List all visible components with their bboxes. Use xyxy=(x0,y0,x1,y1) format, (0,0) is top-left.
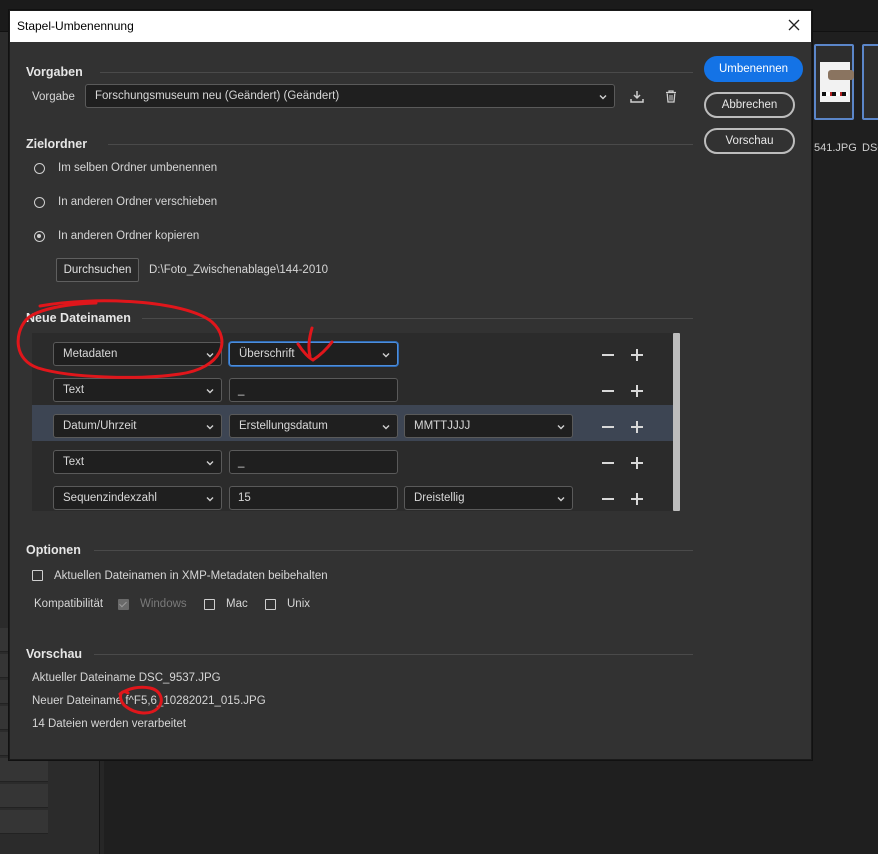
naming-section-title: Neue Dateinamen xyxy=(26,311,131,325)
preset-value: Forschungsmuseum neu (Geändert) (Geänder… xyxy=(95,90,340,102)
preview-button[interactable]: Vorschau xyxy=(704,128,795,154)
chevron-down-icon xyxy=(382,425,390,430)
new-filename: Neuer Dateiname f^F5,6_10282021_015.JPG xyxy=(32,695,266,707)
rule-format-select[interactable]: Dreistellig xyxy=(404,486,573,510)
windows-checkbox xyxy=(118,599,129,610)
sequence-start-input[interactable]: 15 xyxy=(229,486,398,510)
mac-checkbox[interactable] xyxy=(204,599,215,610)
chevron-down-icon xyxy=(206,497,214,502)
save-preset-icon[interactable] xyxy=(630,90,644,104)
chevron-down-icon xyxy=(206,425,214,430)
chevron-down-icon xyxy=(382,353,390,358)
section-divider xyxy=(142,318,693,319)
current-filename: Aktueller Dateiname DSC_9537.JPG xyxy=(32,672,221,684)
rule-type-value: Text xyxy=(63,384,85,396)
target-section-title: Zielordner xyxy=(26,137,88,151)
radio-copy-folder-label: In anderen Ordner kopieren xyxy=(58,230,200,242)
add-rule-icon[interactable] xyxy=(630,492,644,506)
rule-type-value: Datum/Uhrzeit xyxy=(63,420,137,432)
rule-format-value: Dreistellig xyxy=(414,492,465,504)
dialog-title: Stapel-Umbenennung xyxy=(17,19,134,33)
radio-move-folder[interactable] xyxy=(34,197,45,208)
target-path: D:\Foto_Zwischenablage\144-2010 xyxy=(149,264,329,276)
options-section-title: Optionen xyxy=(26,543,81,557)
thumbnail[interactable] xyxy=(862,44,878,120)
chevron-down-icon xyxy=(599,95,607,100)
rule-text-input[interactable]: _ xyxy=(229,378,398,402)
chevron-down-icon xyxy=(557,425,565,430)
keep-xmp-label: Aktuellen Dateinamen in XMP-Metadaten be… xyxy=(54,570,328,582)
unix-label: Unix xyxy=(287,598,311,610)
close-icon[interactable] xyxy=(785,16,803,34)
unix-checkbox[interactable] xyxy=(265,599,276,610)
thumbnail-name: 541.JPG xyxy=(814,142,857,154)
preset-label: Vorgabe xyxy=(32,91,75,103)
add-rule-icon[interactable] xyxy=(630,420,644,434)
rule-type-value: Sequenzindexzahl xyxy=(63,492,157,504)
scrollbar[interactable] xyxy=(673,333,680,511)
browse-button[interactable]: Durchsuchen xyxy=(56,258,139,282)
section-divider xyxy=(108,144,693,145)
chevron-down-icon xyxy=(206,353,214,358)
rule-type-select[interactable]: Metadaten xyxy=(53,342,222,366)
thumbnail-name: DSC xyxy=(862,142,878,154)
delete-preset-icon[interactable] xyxy=(665,90,677,103)
panel-row xyxy=(0,758,48,782)
presets-section-title: Vorgaben xyxy=(26,65,83,79)
rule-type-select[interactable]: Sequenzindexzahl xyxy=(53,486,222,510)
rule-field-value: Erstellungsdatum xyxy=(239,420,328,432)
remove-rule-icon[interactable] xyxy=(601,492,615,506)
rename-button[interactable]: Umbenennen xyxy=(704,56,803,82)
chevron-down-icon xyxy=(557,497,565,502)
content-area xyxy=(104,760,878,854)
rule-type-value: Metadaten xyxy=(63,348,118,360)
section-divider xyxy=(94,550,693,551)
compat-label: Kompatibilität xyxy=(34,598,104,610)
remove-rule-icon[interactable] xyxy=(601,456,615,470)
radio-same-folder-label: Im selben Ordner umbenennen xyxy=(58,162,218,174)
preset-select[interactable]: Forschungsmuseum neu (Geändert) (Geänder… xyxy=(85,84,615,108)
batch-rename-dialog: Stapel-Umbenennung Umbenennen Abbrechen … xyxy=(9,10,812,760)
add-rule-icon[interactable] xyxy=(630,384,644,398)
add-rule-icon[interactable] xyxy=(630,456,644,470)
cancel-button[interactable]: Abbrechen xyxy=(704,92,795,118)
chevron-down-icon xyxy=(206,389,214,394)
chevron-down-icon xyxy=(206,461,214,466)
rule-field-value: Überschrift xyxy=(239,348,295,360)
section-divider xyxy=(94,654,693,655)
file-count: 14 Dateien werden verarbeitet xyxy=(32,718,187,730)
radio-same-folder[interactable] xyxy=(34,163,45,174)
add-rule-icon[interactable] xyxy=(630,348,644,362)
remove-rule-icon[interactable] xyxy=(601,384,615,398)
rule-text-input[interactable]: _ xyxy=(229,450,398,474)
section-divider xyxy=(100,72,693,73)
panel-row xyxy=(0,810,48,834)
rule-format-select[interactable]: MMTTJJJJ xyxy=(404,414,573,438)
radio-copy-folder[interactable] xyxy=(34,231,45,242)
remove-rule-icon[interactable] xyxy=(601,420,615,434)
rule-field-select[interactable]: Überschrift xyxy=(229,342,398,366)
thumbnail[interactable] xyxy=(814,44,854,120)
rule-format-value: MMTTJJJJ xyxy=(414,420,471,432)
rule-type-value: Text xyxy=(63,456,85,468)
rule-type-select[interactable]: Datum/Uhrzeit xyxy=(53,414,222,438)
radio-move-folder-label: In anderen Ordner verschieben xyxy=(58,196,218,208)
rule-type-select[interactable]: Text xyxy=(53,450,222,474)
remove-rule-icon[interactable] xyxy=(601,348,615,362)
keep-xmp-checkbox[interactable] xyxy=(32,570,43,581)
panel-row xyxy=(0,784,48,808)
rule-type-select[interactable]: Text xyxy=(53,378,222,402)
preview-section-title: Vorschau xyxy=(26,647,83,661)
windows-label: Windows xyxy=(140,598,187,610)
rule-field-select[interactable]: Erstellungsdatum xyxy=(229,414,398,438)
mac-label: Mac xyxy=(226,598,248,610)
title-bar: Stapel-Umbenennung xyxy=(10,11,811,42)
